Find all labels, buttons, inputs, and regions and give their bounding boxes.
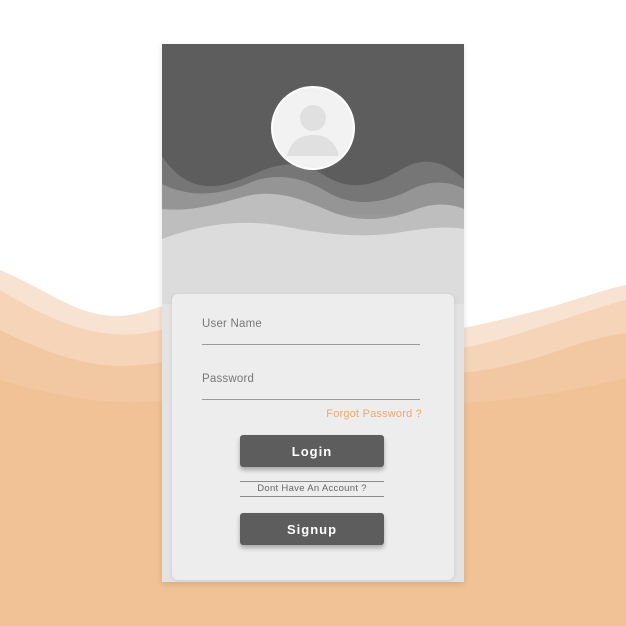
forgot-password-link[interactable]: Forgot Password ? [326,408,422,420]
signup-button[interactable]: Signup [240,513,384,545]
username-label: User Name [202,318,262,330]
no-account-link[interactable]: Dont Have An Account ? [240,481,384,497]
username-field[interactable]: User Name [202,318,420,345]
password-underline [202,399,420,400]
login-form-card: User Name Password Forgot Password ? Log… [172,294,454,580]
username-underline [202,344,420,345]
password-label: Password [202,373,255,385]
password-field[interactable]: Password [202,373,420,400]
login-screen: User Name Password Forgot Password ? Log… [162,44,464,582]
avatar [273,88,353,168]
user-silhouette-icon [273,88,353,168]
login-button[interactable]: Login [240,435,384,467]
header-wave-background [162,44,464,304]
